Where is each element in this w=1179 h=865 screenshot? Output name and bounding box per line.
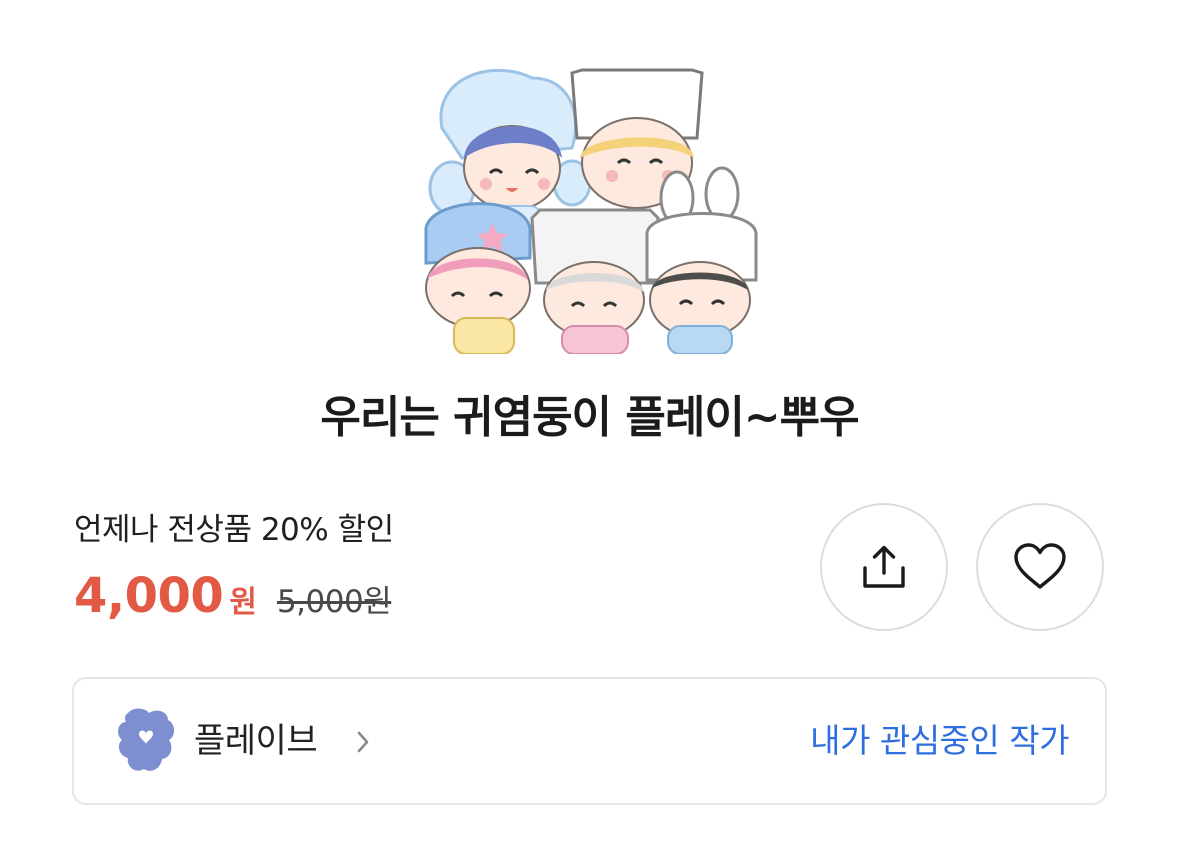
chevron-right-icon bbox=[355, 729, 371, 759]
price-row: 4,000 원 5,000원 bbox=[74, 568, 392, 632]
promo-text: 언제나 전상품 20% 할인 bbox=[74, 512, 394, 548]
sale-price: 4,000 bbox=[74, 568, 224, 624]
share-button[interactable] bbox=[820, 503, 948, 631]
original-price: 5,000원 bbox=[276, 584, 392, 620]
artist-card[interactable]: 플레이브 내가 관심중인 작가 bbox=[72, 677, 1107, 805]
share-icon bbox=[859, 542, 909, 592]
artist-name[interactable]: 플레이브 bbox=[194, 717, 318, 765]
like-button[interactable] bbox=[976, 503, 1104, 631]
sale-price-unit: 원 bbox=[229, 585, 257, 620]
artist-avatar-icon bbox=[116, 707, 176, 775]
product-title: 우리는 귀염둥이 플레이~뿌우 bbox=[320, 392, 859, 443]
product-image bbox=[422, 18, 758, 354]
following-artist-link[interactable]: 내가 관심중인 작가 bbox=[810, 717, 1069, 765]
heart-icon bbox=[1012, 542, 1068, 592]
